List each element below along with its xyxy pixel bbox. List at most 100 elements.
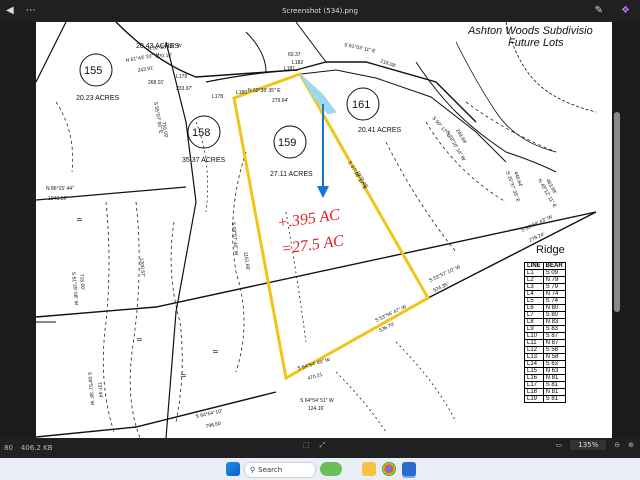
line-cell: L2 [524, 276, 544, 284]
distance-12: 737.44' [96, 382, 103, 399]
distance-5: 470.21 [307, 372, 324, 382]
table-row: L10 S 87 [524, 332, 566, 340]
svg-text:≃: ≃ [76, 215, 83, 224]
bearing-cell: N 80 [542, 304, 566, 312]
table-row: L8 N 83 [524, 318, 566, 326]
file-explorer-icon[interactable] [362, 462, 376, 476]
label-l182: L182 [292, 60, 303, 66]
line-cell: L19 [524, 395, 544, 403]
table-header-line: LINE [524, 262, 544, 270]
bearing-cell: N 58 [542, 353, 566, 361]
bearing-cell: N 63 [542, 367, 566, 375]
distance-8: 1043.19' [48, 196, 67, 202]
line-cell: L16 [524, 374, 544, 382]
table-row: L19 S 81 [524, 395, 566, 403]
bearing-cell: N 83 [542, 318, 566, 326]
bearing-cell: S 74 [542, 297, 566, 305]
scrollbar-thumb[interactable] [614, 112, 620, 312]
bearing-cell: N 81 [542, 374, 566, 382]
taskbar-search[interactable]: ⚲ Search [244, 462, 316, 478]
table-row: L18 N 81 [524, 388, 566, 396]
lot-158-acres: 35.37 ACRES [182, 157, 226, 164]
bearing-cell: N 79 [542, 276, 566, 284]
more-horizontal-icon[interactable]: ⋯ [20, 0, 42, 22]
svg-text:≃: ≃ [212, 347, 219, 356]
bearing-cell: N 74 [542, 290, 566, 298]
line-cell: L17 [524, 381, 544, 389]
line-cell: L10 [524, 332, 544, 340]
edit-icon[interactable]: ✎ [589, 0, 609, 22]
bearing-labels: L179 L178 L180 L181 L182 N 69°38' 35" E … [46, 42, 558, 430]
bearing-cell: S 83 [542, 325, 566, 333]
fit-icon[interactable]: ⬚ [303, 441, 310, 450]
bearing-8: N 86°15' 44" [46, 186, 74, 192]
handwritten-line2: =27.5 AC [280, 232, 345, 258]
subdivision-line1: Ashton Woods Subdivisio [467, 25, 593, 37]
copilot-icon[interactable]: ❖ [615, 0, 636, 22]
window-title: Screenshot (534).png [282, 7, 358, 15]
table-row: L2 N 79 [524, 276, 566, 284]
taskbar: ⚲ Search [0, 458, 640, 480]
label-l180: L180 [236, 90, 247, 96]
zoom-in-icon[interactable]: ⊕ [628, 441, 634, 449]
bearing-cell: S 63 [542, 360, 566, 368]
search-icon: ⚲ [250, 466, 256, 474]
distance-1: 279.64' [272, 98, 288, 104]
ridge-line-table: LINE BEAR L1 S 09 L2 N 79 L3 S 79 L4 N 74 L5 S 74… [524, 262, 566, 403]
line-cell: L18 [524, 388, 544, 396]
lot-159-number: 159 [278, 137, 296, 149]
bearing-12: S 08°51' 36" W [86, 372, 95, 406]
table-row: L17 S 81 [524, 381, 566, 389]
line-cell: L3 [524, 283, 544, 291]
back-icon[interactable]: ◀ [0, 0, 20, 22]
label-l179: L179 [176, 74, 187, 80]
line-cell: L4 [524, 290, 544, 298]
bearing-13: S 53°58' 43" W [520, 214, 553, 234]
status-bar: 80 406.2 KB ⬚ ⤢ ▭ 135% ⊖ ⊕ [0, 438, 640, 458]
line-cell: L9 [524, 325, 544, 333]
ridge-table-title: Ridge [536, 244, 565, 256]
small-label-3: 233.97' [176, 86, 192, 92]
zoom-out-icon[interactable]: ⊖ [614, 441, 620, 449]
bearing-20: S 51°29' 08" W [70, 272, 79, 306]
lot-158-number: 158 [192, 127, 210, 139]
subdivision-line2: Future Lots [508, 37, 564, 49]
aspect-icon[interactable]: ▭ [556, 441, 563, 449]
table-row: L3 S 79 [524, 283, 566, 291]
widgets-icon[interactable] [320, 462, 342, 476]
line-cell: L6 [524, 304, 544, 312]
distance-9: 798.50 [205, 421, 221, 430]
distance-6: 124.16' [308, 406, 324, 412]
table-row: L7 S 80 [524, 311, 566, 319]
label-l181: L181 [284, 66, 295, 72]
handwritten-line1: +.395 AC [276, 206, 341, 232]
table-row: L11 N 87 [524, 339, 566, 347]
table-row: L16 N 81 [524, 374, 566, 382]
small-label-1: 60.37 [288, 52, 301, 58]
photos-app-icon[interactable] [402, 462, 416, 476]
svg-text:≃: ≃ [180, 371, 187, 380]
bearing-cell: N 87 [542, 339, 566, 347]
status-left-value: 80 [4, 444, 13, 452]
windows-start-icon[interactable] [226, 462, 240, 476]
zoom-level[interactable]: 135% [570, 440, 607, 450]
search-placeholder: Search [258, 466, 283, 474]
bearing-5: S 64°54' 40" W [297, 357, 331, 372]
arrow-down [317, 104, 329, 198]
line-cell: L15 [524, 367, 544, 375]
label-l178: L178 [212, 94, 223, 100]
line-cell: L8 [524, 318, 544, 326]
chrome-icon[interactable] [382, 462, 396, 476]
bearing-cell: S 81 [542, 395, 566, 403]
bearing-cell: S 58 [542, 346, 566, 354]
bearing-cell: S 87 [542, 332, 566, 340]
table-row: L4 N 74 [524, 290, 566, 298]
lot-circles [79, 53, 380, 159]
bearing-11: S 08°57' 40" W [230, 222, 239, 256]
fullscreen-icon[interactable]: ⤢ [320, 441, 326, 450]
table-row: L1 S 09 [524, 269, 566, 277]
line-cell: L12 [524, 346, 544, 354]
line-cell: L13 [524, 353, 544, 361]
distance-7: 1161.69' [242, 251, 251, 270]
lot-155-number: 155 [84, 65, 102, 77]
